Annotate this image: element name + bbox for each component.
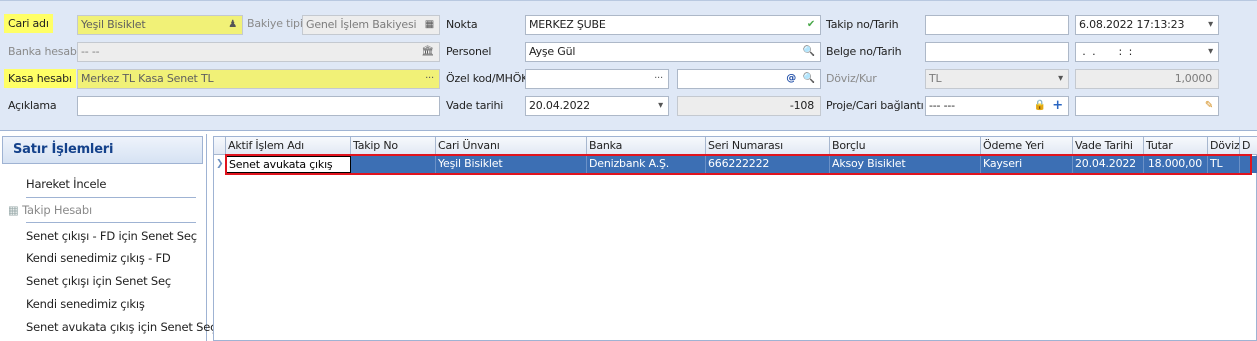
panel-divider <box>26 222 196 223</box>
plus-icon[interactable]: + <box>1052 97 1063 115</box>
check-icon[interactable]: ✔ <box>807 16 815 34</box>
takip-no-label: Takip no/Tarih <box>826 18 899 31</box>
nokta-label: Nokta <box>446 18 478 31</box>
chevron-down-icon[interactable]: ▾ <box>1208 16 1213 34</box>
kur-field: 1,0000 <box>1075 69 1219 89</box>
takip-no-input[interactable] <box>925 15 1069 35</box>
nokta-value: MERKEZ ŞUBE <box>529 18 606 31</box>
proje-extra-field[interactable]: ✎ <box>1075 96 1219 116</box>
highlight-annotation-box <box>225 154 1252 175</box>
panel-item-hareket-incele[interactable]: Hareket İncele <box>26 174 106 194</box>
grid-indicator-header <box>214 137 226 155</box>
chevron-down-icon[interactable]: ▾ <box>658 97 663 115</box>
personel-field[interactable]: Ayşe Gül 🔍 <box>525 42 821 62</box>
bakiye-tipi-label: Bakiye tipi <box>247 17 303 30</box>
lock-icon[interactable]: 🔒 <box>1034 97 1046 115</box>
at-icon[interactable]: @ <box>786 70 796 88</box>
belge-no-label: Belge no/Tarih <box>826 45 902 58</box>
col-aktif-islem-adi[interactable]: Aktif İşlem Adı <box>226 137 351 155</box>
panel-item-senet-avukata[interactable]: Senet avukata çıkış için Senet Seç <box>26 317 216 337</box>
eraser-icon[interactable]: ✎ <box>1205 97 1213 115</box>
ozel-kod-field[interactable]: ··· <box>525 69 669 89</box>
col-banka[interactable]: Banka <box>587 137 706 155</box>
aciklama-input[interactable] <box>77 96 440 116</box>
header-form: Cari adı Banka hesabı Kasa hesabı Açıkla… <box>0 0 1257 131</box>
panel-item-senet-cikisi-fd[interactable]: Senet çıkışı - FD için Senet Seç <box>26 226 197 246</box>
doviz-field: TL ▾ <box>925 69 1069 89</box>
panel-item-label: Takip Hesabı <box>22 203 92 217</box>
col-doviz[interactable]: Döviz <box>1208 137 1240 155</box>
calculator-icon: ▦ <box>424 19 434 30</box>
col-cari-unvani[interactable]: Cari Ünvanı <box>436 137 587 155</box>
bakiye-tipi-value: Genel İşlem Bakiyesi <box>306 18 417 31</box>
grid-header: Aktif İşlem Adı Takip No Cari Ünvanı Ban… <box>214 137 1257 155</box>
takip-date-field[interactable]: 6.08.2022 17:13:23 ▾ <box>1075 15 1219 35</box>
cari-adi-field[interactable]: Yeşil Bisiklet ♟ <box>77 15 243 35</box>
col-tutar[interactable]: Tutar <box>1144 137 1208 155</box>
bakiye-tipi-field: Genel İşlem Bakiyesi ▦ <box>302 15 440 35</box>
col-vade-tarihi[interactable]: Vade Tarihi <box>1073 137 1144 155</box>
col-takip-no[interactable]: Takip No <box>351 137 436 155</box>
vade-tarihi-value: 20.04.2022 <box>529 99 590 112</box>
belge-date-field[interactable]: . . : : ▾ <box>1075 42 1219 62</box>
ozel-kod-label: Özel kod/MHÖK <box>446 72 529 85</box>
people-icon[interactable]: ♟ <box>228 16 237 34</box>
col-borclu[interactable]: Borçlu <box>830 137 981 155</box>
doviz-value: TL <box>929 72 942 85</box>
nokta-field[interactable]: MERKEZ ŞUBE ✔ <box>525 15 821 35</box>
personel-label: Personel <box>446 45 492 58</box>
row-operations-panel: Satır İşlemleri Hareket İncele ▦ Takip H… <box>0 134 216 341</box>
col-seri-numarasi[interactable]: Seri Numarası <box>706 137 830 155</box>
banka-hesabi-field: -- -- 🏛 <box>77 42 440 62</box>
cari-adi-value: Yeşil Bisiklet <box>81 18 146 31</box>
belge-no-input[interactable] <box>925 42 1069 62</box>
doviz-kur-label: Döviz/Kur <box>826 72 877 85</box>
search-person-icon[interactable]: 🔍 <box>803 43 815 61</box>
kasa-hesabi-value: Merkez TL Kasa Senet TL <box>81 72 214 85</box>
panel-title: Satır İşlemleri <box>2 136 203 164</box>
personel-value: Ayşe Gül <box>529 45 576 58</box>
panel-item-kendi-senedimiz[interactable]: Kendi senedimiz çıkış <box>26 294 145 314</box>
belge-date-value: . . : : <box>1079 45 1133 58</box>
search-icon[interactable]: 🔍 <box>803 70 815 88</box>
vade-tarihi-label: Vade tarihi <box>446 99 504 112</box>
aciklama-label: Açıklama <box>8 99 57 112</box>
mhok-field[interactable]: @ 🔍 <box>677 69 821 89</box>
vade-tarihi-field[interactable]: 20.04.2022 ▾ <box>525 96 669 116</box>
ellipsis-icon[interactable]: ··· <box>425 70 434 88</box>
col-d[interactable]: D <box>1240 137 1257 155</box>
panel-item-takip-hesabi[interactable]: ▦ Takip Hesabı <box>8 200 92 220</box>
bank-icon: 🏛 <box>421 46 435 57</box>
col-odeme-yeri[interactable]: Ödeme Yeri <box>981 137 1073 155</box>
kasa-hesabi-label: Kasa hesabı <box>4 69 76 88</box>
panel-divider <box>26 197 196 198</box>
calculator-icon: ▦ <box>8 203 19 217</box>
cari-adi-label: Cari adı <box>4 14 53 33</box>
chevron-down-icon[interactable]: ▾ <box>1208 43 1213 61</box>
ellipsis-icon[interactable]: ··· <box>654 70 663 88</box>
chevron-down-icon: ▾ <box>1058 73 1063 84</box>
panel-item-senet-cikisi[interactable]: Senet çıkışı için Senet Seç <box>26 271 171 291</box>
proje-cari-value: --- --- <box>929 99 955 112</box>
proje-cari-field[interactable]: --- --- 🔒 + <box>925 96 1069 116</box>
proje-cari-label: Proje/Cari bağlantı <box>826 99 924 112</box>
vade-days-field: -108 <box>677 96 821 116</box>
panel-item-kendi-senedimiz-fd[interactable]: Kendi senedimiz çıkış - FD <box>26 248 171 268</box>
banka-hesabi-value: -- -- <box>81 45 100 58</box>
kasa-hesabi-field[interactable]: Merkez TL Kasa Senet TL ··· <box>77 69 440 89</box>
banka-hesabi-label: Banka hesabı <box>8 45 80 58</box>
takip-date-value: 6.08.2022 17:13:23 <box>1079 18 1185 31</box>
